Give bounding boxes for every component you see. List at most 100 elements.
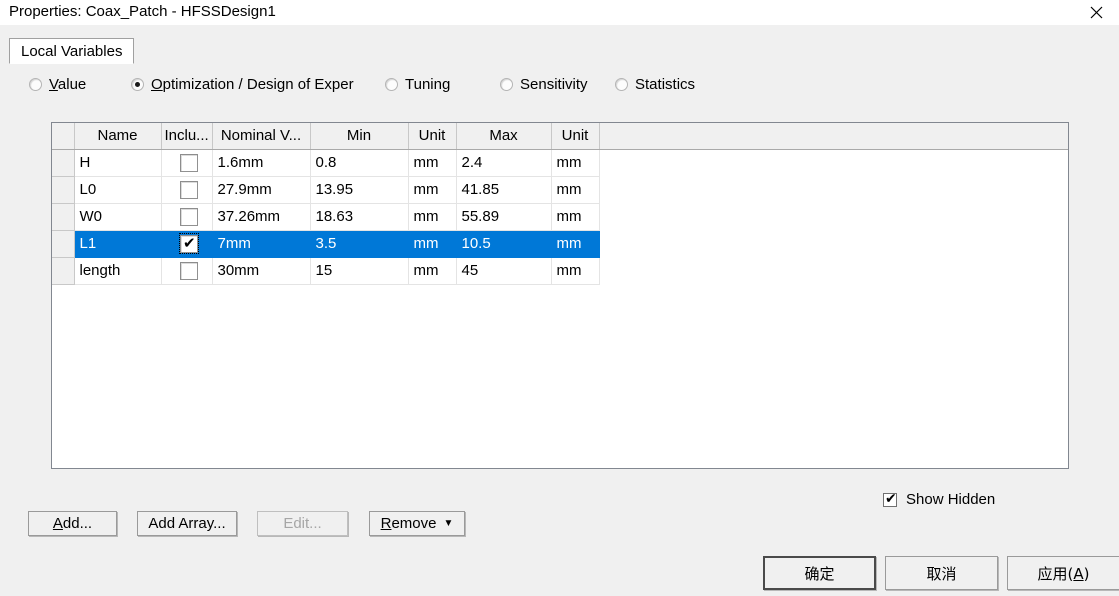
cell-max-unit[interactable]: mm — [551, 149, 600, 177]
cell-min-unit[interactable]: mm — [408, 257, 457, 285]
cell-max[interactable]: 55.89 — [456, 203, 552, 231]
add-array-button[interactable]: Add Array... — [137, 511, 237, 536]
column-header-max-unit[interactable]: Unit — [551, 123, 600, 150]
edit-button: Edit... — [257, 511, 348, 536]
cell-nominal-value[interactable]: 37.26mm — [212, 203, 311, 231]
cell-min-unit[interactable]: mm — [408, 203, 457, 231]
radio-statistics[interactable]: Statistics — [615, 72, 695, 96]
cell-max[interactable]: 45 — [456, 257, 552, 285]
remove-button[interactable]: Remove ▼ — [369, 511, 465, 536]
table-header-row: Name Inclu... Nominal V... Min Unit Max … — [52, 123, 1068, 150]
add-array-button-label: Add Array... — [148, 515, 226, 532]
cell-include[interactable] — [161, 149, 213, 177]
cell-name[interactable]: H — [74, 149, 162, 177]
include-checkbox[interactable] — [180, 208, 198, 226]
radio-tuning[interactable]: Tuning — [385, 72, 450, 96]
cell-filler — [599, 176, 1068, 203]
cell-include[interactable] — [161, 203, 213, 231]
radio-optimization[interactable]: Optimization / Design of Exper — [131, 72, 354, 96]
radio-sensitivity[interactable]: Sensitivity — [500, 72, 588, 96]
column-header-include[interactable]: Inclu... — [161, 123, 213, 150]
show-hidden-label: Show Hidden — [906, 491, 996, 508]
check-mark-icon: ✔ — [183, 234, 196, 252]
cancel-button-label: 取消 — [926, 564, 957, 583]
include-checkbox-wrap — [179, 152, 199, 173]
table-row[interactable]: W0 37.26mm 18.63 mm 55.89 mm — [52, 203, 1068, 231]
cell-filler — [599, 149, 1068, 176]
cell-filler — [599, 230, 1068, 257]
table-body: H 1.6mm 0.8 mm 2.4 mm L0 27.9mm 13.95 mm… — [52, 149, 1068, 285]
cell-nominal-value[interactable]: 1.6mm — [212, 149, 311, 177]
radio-optimization-indicator — [131, 77, 144, 91]
cell-min[interactable]: 3.5 — [310, 230, 409, 258]
row-selector[interactable] — [52, 230, 75, 258]
cell-max-unit[interactable]: mm — [551, 203, 600, 231]
cell-min[interactable]: 13.95 — [310, 176, 409, 204]
radio-statistics-indicator — [615, 77, 628, 91]
cell-nominal-value[interactable]: 7mm — [212, 230, 311, 258]
cell-name[interactable]: length — [74, 257, 162, 285]
include-checkbox[interactable] — [180, 262, 198, 280]
close-icon[interactable] — [1074, 0, 1119, 25]
edit-button-label: Edit... — [283, 515, 322, 532]
cell-max[interactable]: 41.85 — [456, 176, 552, 204]
cell-nominal-value[interactable]: 30mm — [212, 257, 311, 285]
apply-button[interactable]: 应用(A) — [1007, 556, 1119, 590]
cell-min-unit[interactable]: mm — [408, 230, 457, 258]
radio-tuning-label: Tuning — [405, 75, 451, 93]
ok-button[interactable]: 确定 — [763, 556, 876, 590]
cell-filler — [599, 203, 1068, 230]
include-checkbox-wrap — [179, 179, 199, 200]
row-selector[interactable] — [52, 203, 75, 231]
radio-statistics-label: Statistics — [635, 75, 696, 93]
cell-max[interactable]: 10.5 — [456, 230, 552, 258]
cell-max-unit[interactable]: mm — [551, 257, 600, 285]
cell-include[interactable] — [161, 176, 213, 204]
cell-include[interactable]: ✔ — [161, 230, 213, 258]
column-header-name[interactable]: Name — [74, 123, 162, 150]
table-row[interactable]: L0 27.9mm 13.95 mm 41.85 mm — [52, 176, 1068, 204]
cell-min-unit[interactable]: mm — [408, 176, 457, 204]
cell-include[interactable] — [161, 257, 213, 285]
radio-tuning-indicator — [385, 77, 398, 91]
cell-max-unit[interactable]: mm — [551, 176, 600, 204]
window-title: Properties: Coax_Patch - HFSSDesign1 — [9, 3, 276, 20]
cell-name[interactable]: W0 — [74, 203, 162, 231]
row-selector[interactable] — [52, 149, 75, 177]
title-bar: Properties: Coax_Patch - HFSSDesign1 — [0, 0, 1119, 25]
tab-strip: Local Variables — [9, 38, 135, 66]
dialog-body: Local Variables Value Optimization / Des… — [0, 25, 1119, 596]
cell-max[interactable]: 2.4 — [456, 149, 552, 177]
include-checkbox-wrap — [179, 260, 199, 281]
cell-nominal-value[interactable]: 27.9mm — [212, 176, 311, 204]
row-selector[interactable] — [52, 176, 75, 204]
cell-min[interactable]: 0.8 — [310, 149, 409, 177]
column-header-rowselect[interactable] — [52, 123, 75, 150]
table-row[interactable]: L1 ✔ 7mm 3.5 mm 10.5 mm — [52, 230, 1068, 258]
include-checkbox[interactable]: ✔ — [180, 235, 198, 253]
table-row[interactable]: length 30mm 15 mm 45 mm — [52, 257, 1068, 285]
include-checkbox-wrap — [179, 206, 199, 227]
radio-optimization-label: Optimization / Design of Exper — [151, 75, 354, 93]
cancel-button[interactable]: 取消 — [885, 556, 998, 590]
show-hidden-checkbox[interactable]: ✔ Show Hidden — [883, 491, 995, 508]
include-checkbox-wrap: ✔ — [179, 233, 199, 254]
row-selector[interactable] — [52, 257, 75, 285]
cell-min[interactable]: 18.63 — [310, 203, 409, 231]
column-header-nominal-value[interactable]: Nominal V... — [212, 123, 311, 150]
cell-name[interactable]: L1 — [74, 230, 162, 258]
column-header-min-unit[interactable]: Unit — [408, 123, 457, 150]
tab-local-variables[interactable]: Local Variables — [9, 38, 135, 64]
cell-min-unit[interactable]: mm — [408, 149, 457, 177]
cell-min[interactable]: 15 — [310, 257, 409, 285]
cell-max-unit[interactable]: mm — [551, 230, 600, 258]
table-row[interactable]: H 1.6mm 0.8 mm 2.4 mm — [52, 149, 1068, 177]
variables-list[interactable]: Name Inclu... Nominal V... Min Unit Max … — [51, 122, 1069, 469]
cell-name[interactable]: L0 — [74, 176, 162, 204]
include-checkbox[interactable] — [180, 181, 198, 199]
column-header-max[interactable]: Max — [456, 123, 552, 150]
include-checkbox[interactable] — [180, 154, 198, 172]
column-header-min[interactable]: Min — [310, 123, 409, 150]
add-button[interactable]: Add... — [28, 511, 117, 536]
radio-value[interactable]: Value — [29, 72, 86, 96]
